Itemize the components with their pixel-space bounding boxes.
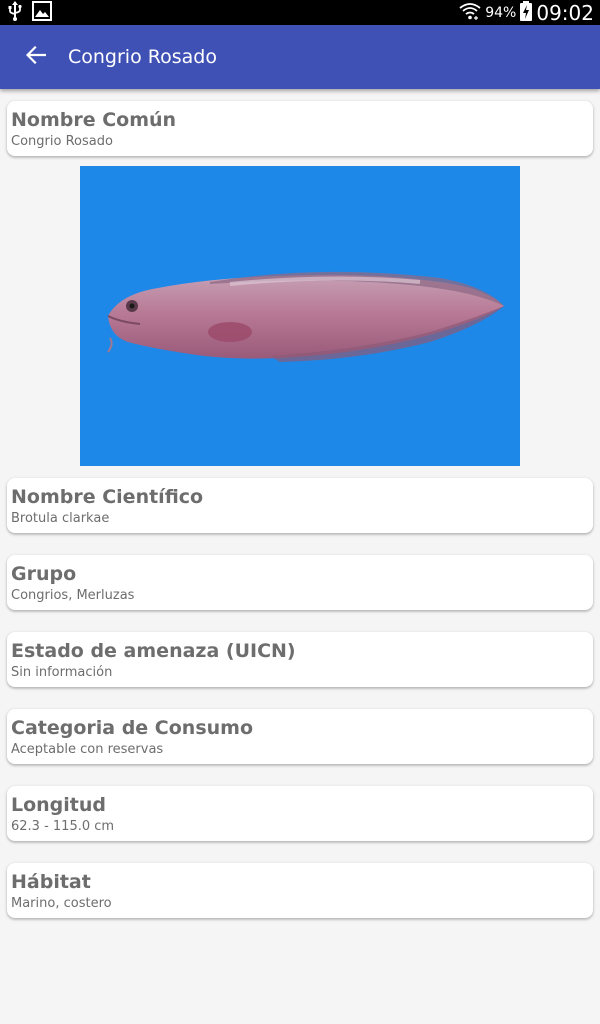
- back-arrow-icon: [25, 45, 47, 68]
- card-consumption-category: Categoria de Consumo Aceptable con reser…: [7, 709, 593, 764]
- back-button[interactable]: [20, 41, 52, 73]
- card-scientific-name: Nombre Científico Brotula clarkae: [7, 478, 593, 533]
- clock: 09:02: [536, 0, 594, 25]
- status-bar: 94% 09:02: [0, 0, 600, 25]
- card-value: Aceptable con reservas: [11, 742, 164, 757]
- card-title: Grupo: [11, 563, 77, 585]
- card-value: Brotula clarkae: [11, 511, 110, 526]
- wifi-icon: [459, 1, 481, 25]
- card-threat-status: Estado de amenaza (UICN) Sin información: [7, 632, 593, 687]
- card-title: Nombre Común: [11, 109, 177, 131]
- card-value: Marino, costero: [11, 896, 112, 911]
- page-title: Congrio Rosado: [68, 46, 217, 68]
- card-value: Congrios, Merluzas: [11, 588, 135, 603]
- card-value: Sin información: [11, 665, 113, 680]
- app-bar: Congrio Rosado: [0, 25, 600, 89]
- battery-percent: 94%: [485, 4, 517, 21]
- card-title: Estado de amenaza (UICN): [11, 640, 296, 662]
- card-length: Longitud 62.3 - 115.0 cm: [7, 786, 593, 841]
- card-title: Nombre Científico: [11, 486, 204, 508]
- card-group: Grupo Congrios, Merluzas: [7, 555, 593, 610]
- usb-icon: [8, 0, 22, 25]
- card-title: Longitud: [11, 794, 107, 816]
- card-title: Hábitat: [11, 871, 91, 893]
- card-value: 62.3 - 115.0 cm: [11, 819, 115, 834]
- card-value: Congrio Rosado: [11, 134, 113, 149]
- image-notification-icon: [32, 0, 52, 25]
- card-title: Categoria de Consumo: [11, 717, 254, 739]
- card-common-name: Nombre Común Congrio Rosado: [7, 101, 593, 156]
- card-habitat: Hábitat Marino, costero: [7, 863, 593, 918]
- battery-charging-icon: [520, 0, 533, 25]
- fish-photo: [80, 166, 520, 466]
